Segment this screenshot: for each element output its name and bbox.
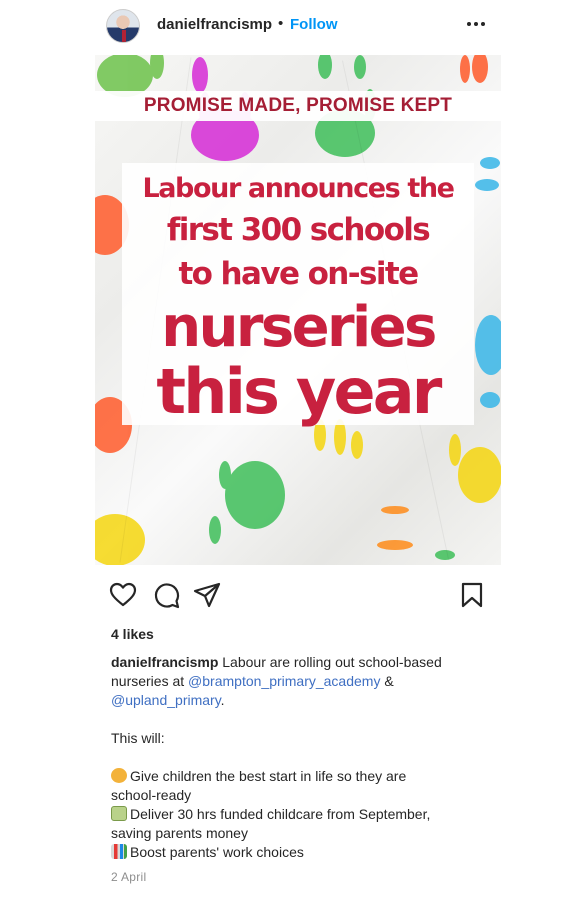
chart-emoji-icon (111, 844, 127, 859)
caption-username[interactable]: danielfrancismp (111, 654, 218, 670)
caption-point: Give children the best start in life so … (111, 767, 491, 786)
child-emoji-icon (111, 768, 127, 783)
image-banner: PROMISE MADE, PROMISE KEPT (95, 91, 501, 121)
banner-text: PROMISE MADE, PROMISE KEPT (143, 95, 453, 116)
separator-dot: • (278, 15, 284, 32)
money-emoji-icon (111, 806, 127, 821)
caption: danielfrancismp Labour are rolling out s… (111, 653, 491, 862)
point-text: Give children the best start in life so … (130, 768, 407, 784)
caption-point: Boost parents' work choices (111, 843, 491, 862)
headline-line: first 300 schools (166, 212, 431, 248)
caption-end: . (220, 692, 225, 708)
avatar[interactable] (106, 9, 140, 43)
post-username[interactable]: danielfrancismp (157, 16, 272, 33)
mention-link[interactable]: @upland_primary (111, 692, 221, 708)
headline-line: nurseries (161, 295, 437, 360)
caption-joiner: & (380, 673, 394, 689)
post-image[interactable]: PROMISE MADE, PROMISE KEPT Labour announ… (95, 55, 501, 565)
more-options-icon[interactable] (464, 12, 488, 34)
caption-first-lines: danielfrancismp Labour are rolling out s… (111, 653, 491, 691)
caption-point: school-ready (111, 787, 192, 803)
caption-point: saving parents money (111, 825, 248, 841)
caption-this-will: This will: (111, 730, 165, 746)
likes-count[interactable]: 4 likes (111, 626, 154, 642)
comment-icon[interactable] (151, 580, 181, 610)
caption-line: @upland_primary. (111, 691, 491, 710)
headline-line: to have on-site (178, 256, 419, 292)
headline-line: this year (156, 355, 442, 428)
action-bar (0, 580, 586, 612)
post-date: 2 April (111, 870, 147, 884)
heart-icon[interactable] (108, 580, 138, 610)
bookmark-icon[interactable] (457, 580, 487, 610)
share-icon[interactable] (192, 580, 222, 610)
caption-point: Deliver 30 hrs funded childcare from Sep… (111, 805, 491, 824)
headline-line: Labour announces the (142, 173, 455, 204)
mention-link[interactable]: @brampton_primary_academy (188, 673, 380, 689)
post-header: danielfrancismp • Follow (0, 0, 586, 54)
point-text: Boost parents' work choices (130, 844, 304, 860)
headline-box: Labour announces the first 300 schools t… (122, 163, 474, 428)
follow-button[interactable]: Follow (290, 16, 338, 33)
point-text: Deliver 30 hrs funded childcare from Sep… (130, 806, 431, 822)
